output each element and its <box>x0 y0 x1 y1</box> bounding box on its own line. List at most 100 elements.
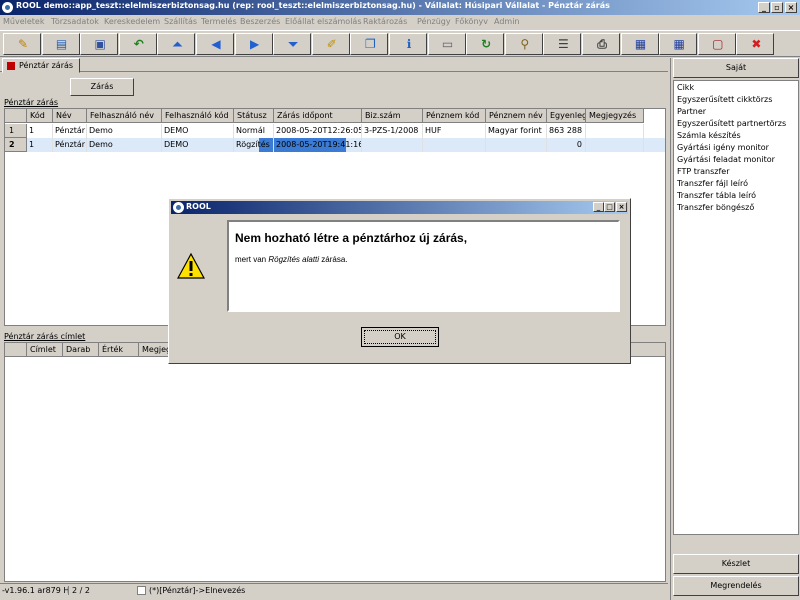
menu-raktarozas[interactable]: Raktározás <box>363 17 407 26</box>
layout-button[interactable]: ▢ <box>697 33 736 55</box>
copy-button[interactable]: ❐ <box>350 33 389 55</box>
dialog-maximize-button[interactable]: □ <box>604 202 615 212</box>
menu-eloallat-elszamolas[interactable]: Előállat elszámolás <box>285 17 362 26</box>
shortcut-transzfer-bongeszo[interactable]: Transzfer böngésző <box>677 203 754 212</box>
prev-button[interactable]: ◀ <box>196 33 234 55</box>
dialog-close-button[interactable]: × <box>616 202 627 212</box>
cell-statusz[interactable]: Normál <box>234 124 274 138</box>
cell-egyenleg[interactable]: 0 <box>547 138 586 152</box>
edit-icon: ✐ <box>326 37 337 51</box>
menu-beszerzes[interactable]: Beszerzés <box>240 17 280 26</box>
col-header-penznem-kod[interactable]: Pénznem kód <box>423 109 486 123</box>
ok-button[interactable]: OK <box>361 327 439 347</box>
col-header-felhasznalo-kod[interactable]: Felhasználó kód <box>162 109 234 123</box>
col-header-zaras-idopont[interactable]: Zárás időpont <box>274 109 362 123</box>
cell-megjegyzes[interactable] <box>586 124 644 138</box>
cell-zaras-idopont[interactable]: 2008-05-20T19:41:16 <box>274 138 362 152</box>
window-button[interactable]: ▭ <box>427 33 466 55</box>
col-header-megjegyzes[interactable]: Megjegyzés <box>586 109 644 123</box>
shortcut-egyszerusitett-cikktorzs[interactable]: Egyszerűsített cikktörzs <box>677 95 772 104</box>
col-header-ertek[interactable]: Érték <box>99 343 139 357</box>
grid2-corner <box>5 343 27 357</box>
shortcut-partner[interactable]: Partner <box>677 107 706 116</box>
row-header-1[interactable]: 1 <box>5 124 27 138</box>
cell-penznem-nev[interactable] <box>486 138 547 152</box>
col-header-biz-szam[interactable]: Biz.szám <box>362 109 423 123</box>
shortcut-transzfer-tabla-leiro[interactable]: Transzfer tábla leíró <box>677 191 756 200</box>
cell-megjegyzes[interactable] <box>586 138 644 152</box>
shortcut-egyszerusitett-partnertorzs[interactable]: Egyszerűsített partnertörzs <box>677 119 786 128</box>
status-checkbox[interactable] <box>137 586 146 595</box>
export-icon: ▦ <box>634 37 647 51</box>
cell-statusz[interactable]: Rögzítés <box>234 138 274 152</box>
search-button[interactable]: ⚲ <box>504 33 543 55</box>
refresh-button[interactable]: ↻ <box>466 33 505 55</box>
toolbar: ✎ ▤ ▣ ↶ ⏶ ◀ ▶ ⏷ ✐ ❐ ℹ ▭ ↻ ⚲ ☰ ⎙ ▦ ▦ ▢ ✖ <box>0 30 800 57</box>
restore-button[interactable]: ▫ <box>771 2 783 13</box>
cell-nev[interactable]: Pénztár <box>53 124 87 138</box>
cell-nev[interactable]: Pénztár <box>53 138 87 152</box>
menu-admin[interactable]: Admin <box>494 17 520 26</box>
columns-button[interactable]: ☰ <box>543 33 582 55</box>
columns-icon: ☰ <box>558 37 569 51</box>
cell-kod[interactable]: 1 <box>27 138 53 152</box>
menu-fokonyv[interactable]: Főkönyv <box>455 17 488 26</box>
close-window-button[interactable]: × <box>785 2 797 13</box>
cell-felhasznalo-kod[interactable]: DEMO <box>162 138 234 152</box>
close-button[interactable]: ✖ <box>736 33 775 55</box>
sajat-button[interactable]: Saját <box>673 58 799 78</box>
cell-felhasznalo-nev[interactable]: Demo <box>87 138 162 152</box>
cell-penznem-nev[interactable]: Magyar forint <box>486 124 547 138</box>
col-header-penznem-nev[interactable]: Pénznem név <box>486 109 547 123</box>
first-button[interactable]: ⏶ <box>157 33 196 55</box>
edit-button[interactable]: ✐ <box>311 33 350 55</box>
cell-biz-szam[interactable]: 3-PZS-1/2008 <box>362 124 423 138</box>
row-header-2[interactable]: 2 <box>5 138 27 152</box>
menu-kereskedelem[interactable]: Kereskedelem <box>104 17 160 26</box>
menu-termeles[interactable]: Termelés <box>201 17 237 26</box>
cell-zaras-idopont[interactable]: 2008-05-20T12:26:05 <box>274 124 362 138</box>
megrendeles-button[interactable]: Megrendelés <box>673 576 799 596</box>
zaras-button[interactable]: Zárás <box>70 78 134 96</box>
shortcut-transzfer-fajl-leiro[interactable]: Transzfer fájl leíró <box>677 179 748 188</box>
shortcut-ftp-transzfer[interactable]: FTP transzfer <box>677 167 730 176</box>
col-header-darab[interactable]: Darab <box>63 343 99 357</box>
col-header-cimlet[interactable]: Címlet <box>27 343 63 357</box>
minimize-button[interactable]: _ <box>758 2 770 13</box>
cell-egyenleg[interactable]: 863 288 <box>547 124 586 138</box>
col-header-felhasznalo-nev[interactable]: Felhasználó név <box>87 109 162 123</box>
wand-button[interactable]: ✎ <box>3 33 41 55</box>
col-header-statusz[interactable]: Státusz <box>234 109 274 123</box>
keszlet-button[interactable]: Készlet <box>673 554 799 574</box>
cimlet-grid[interactable]: Címlet Darab Érték Megjegyzés <box>4 342 666 582</box>
shortcut-szamla-keszites[interactable]: Számla készítés <box>677 131 741 140</box>
col-header-nev[interactable]: Név <box>53 109 87 123</box>
export-button[interactable]: ▦ <box>620 33 659 55</box>
open-button[interactable]: ▤ <box>41 33 80 55</box>
shortcut-gyartasi-igeny-monitor[interactable]: Gyártási igény monitor <box>677 143 769 152</box>
menu-torzsadatok[interactable]: Törzsadatok <box>51 17 99 26</box>
menu-szallitas[interactable]: Szállítás <box>164 17 197 26</box>
cell-penznem-kod[interactable]: HUF <box>423 124 486 138</box>
save-button[interactable]: ▣ <box>80 33 119 55</box>
menu-muveletek[interactable]: Műveletek <box>3 17 44 26</box>
cell-felhasznalo-nev[interactable]: Demo <box>87 124 162 138</box>
status-record-position: 2 / 2 <box>68 586 90 595</box>
dialog-minimize-button[interactable]: _ <box>593 202 604 212</box>
cell-biz-szam[interactable] <box>362 138 423 152</box>
col-header-egyenleg[interactable]: Egyenleg <box>547 109 586 123</box>
next-button[interactable]: ▶ <box>234 33 273 55</box>
last-button[interactable]: ⏷ <box>273 33 312 55</box>
cell-kod[interactable]: 1 <box>27 124 53 138</box>
undo-button[interactable]: ↶ <box>118 33 157 55</box>
shortcut-cikk[interactable]: Cikk <box>677 83 694 92</box>
info-button[interactable]: ℹ <box>389 33 427 55</box>
menu-penzugy[interactable]: Pénzügy <box>417 17 451 26</box>
cell-penznem-kod[interactable] <box>423 138 486 152</box>
print-button[interactable]: ⎙ <box>582 33 620 55</box>
cell-felhasznalo-kod[interactable]: DEMO <box>162 124 234 138</box>
shortcut-gyartasi-feladat-monitor[interactable]: Gyártási feladat monitor <box>677 155 775 164</box>
col-header-kod[interactable]: Kód <box>27 109 53 123</box>
import-button[interactable]: ▦ <box>659 33 698 55</box>
tab-penztar-zaras[interactable]: Pénztár zárás <box>2 58 80 73</box>
